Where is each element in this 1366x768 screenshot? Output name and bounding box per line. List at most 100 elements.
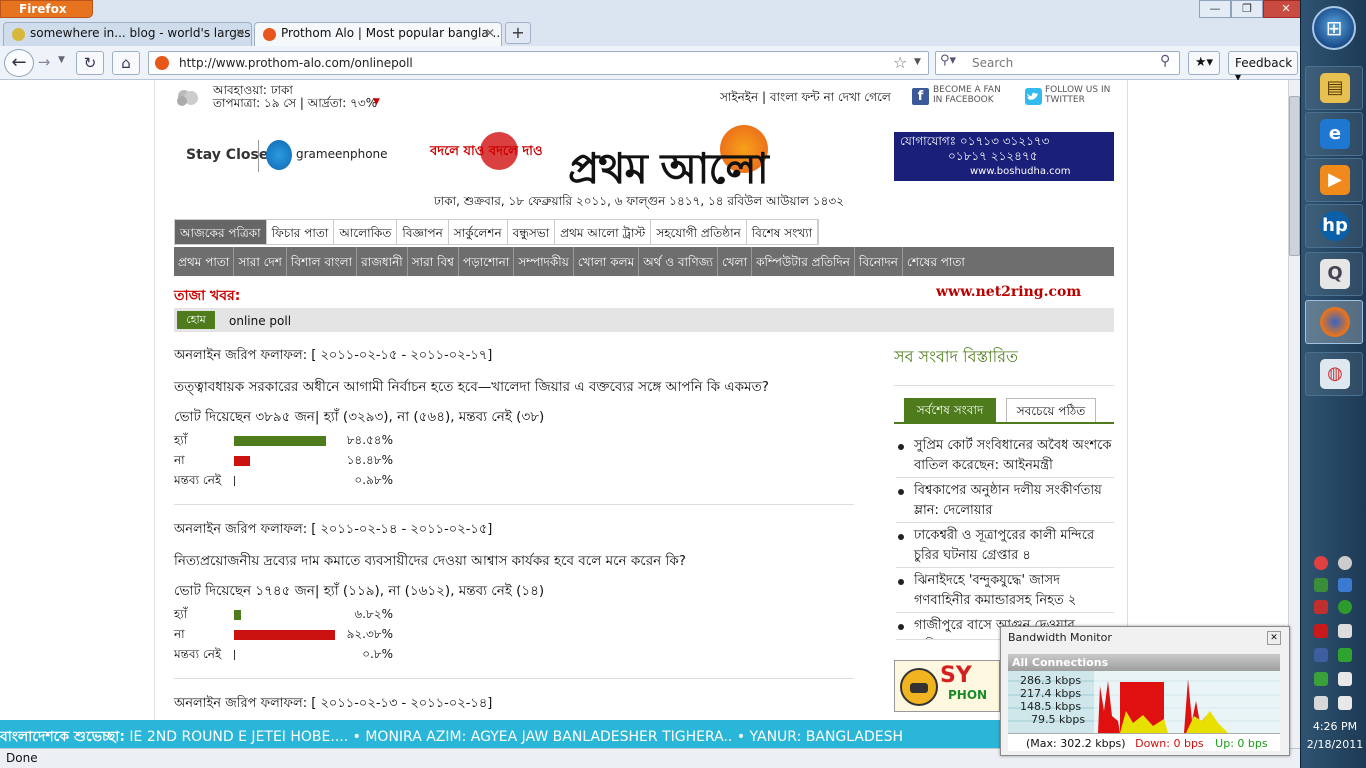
section-link[interactable]: শেষের পাতা — [903, 247, 969, 276]
tray-app-icon[interactable] — [1338, 624, 1352, 638]
feedback-button[interactable]: Feedback ▾ — [1228, 51, 1298, 84]
tray-app-icon[interactable] — [1314, 672, 1328, 686]
poll-result-row: না ১৪.৪৮% — [174, 452, 399, 470]
boshudha-ad-banner[interactable]: যোগাযোগঃ ০১৭১৩ ৩১২১৭৩ ০১৮১৭ ২১২৪৭৫ www.b… — [894, 132, 1114, 181]
close-icon[interactable]: ✕ — [1267, 631, 1281, 645]
all-news-heading[interactable]: সব সংবাদ বিস্তারিত — [894, 344, 1018, 371]
tray-app-icon[interactable] — [1338, 556, 1352, 570]
tray-app-icon[interactable] — [1338, 600, 1352, 614]
tab-prothom-alo[interactable]: Prothom Alo | Most popular bangla ... ✕ — [254, 22, 502, 46]
scrollbar-thumb[interactable] — [1289, 96, 1300, 256]
taskbar-hp[interactable]: hp — [1305, 204, 1363, 248]
minimize-button[interactable]: — — [1199, 0, 1231, 18]
search-input[interactable]: Search — [935, 51, 1180, 75]
section-link[interactable]: সারা বিশ্ব — [408, 247, 459, 276]
tab-latest-news[interactable]: সর্বশেষ সংবাদ — [904, 398, 996, 422]
section-link[interactable]: বিশাল বাংলা — [287, 247, 358, 276]
section-link[interactable]: খেলা — [718, 247, 753, 276]
nav-item[interactable]: ফিচার পাতা — [267, 220, 335, 244]
section-link[interactable]: খোলা কলম — [574, 247, 640, 276]
net2ring-ad[interactable]: www.net2ring.com — [926, 282, 1114, 304]
twitter-icon[interactable] — [1025, 88, 1042, 105]
poll-result-row: হ্যাঁ ৬.৮২% — [174, 606, 399, 624]
taskbar-firefox[interactable] — [1305, 300, 1363, 344]
section-link[interactable]: কম্পিউটার প্রতিদিন — [752, 247, 855, 276]
poll-question: তত্ত্বাবধায়ক সরকারের অধীনে আগামী নির্বা… — [174, 379, 769, 395]
grameenphone-logo-icon[interactable] — [266, 140, 292, 170]
taskbar-paint[interactable]: ◍ — [1305, 352, 1363, 396]
search-engine-icon[interactable]: ⚲▾ — [940, 53, 956, 68]
url-dropdown-icon[interactable]: ▼ — [914, 57, 921, 67]
breadcrumb-home-link[interactable]: হোম — [177, 311, 215, 329]
search-go-icon[interactable]: ⚲ — [1160, 53, 1170, 69]
forward-button[interactable]: → — [33, 53, 55, 73]
nav-item[interactable]: বন্ধুসভা — [508, 220, 556, 244]
nav-item[interactable]: বিশেষ সংখ্যা — [747, 220, 819, 244]
tray-battery-icon[interactable] — [1338, 672, 1352, 686]
tray-app-icon[interactable] — [1314, 600, 1328, 614]
news-item[interactable]: সুপ্রিম কোর্ট সংবিধানের অবৈধ অংশকে বাতিল… — [896, 436, 1114, 478]
tab-close-icon[interactable]: ✕ — [235, 26, 245, 40]
clock-date: 2/18/2011 — [1306, 738, 1364, 751]
news-item[interactable]: ঝিনাইদহে 'বন্দুকযুদ্ধে' জাসদ গণবাহিনীর ক… — [896, 571, 1114, 613]
tray-volume-icon[interactable] — [1338, 696, 1352, 710]
tab-somewhere-in-blog[interactable]: somewhere in... blog - world's larges...… — [3, 22, 252, 46]
nav-item[interactable]: সার্কুলেশন — [449, 220, 508, 244]
bookmarks-button[interactable]: ★▾ — [1188, 51, 1220, 75]
ad-sub-text[interactable]: PHON — [948, 688, 987, 702]
news-item[interactable]: ঢাকেশ্বরী ও সূত্রাপুরের কালী মন্দিরে চুর… — [896, 526, 1114, 568]
tray-network-icon[interactable] — [1314, 556, 1328, 570]
tray-network-monitor-icon[interactable] — [1314, 696, 1328, 710]
tab-most-read[interactable]: সবচেয়ে পঠিত — [1006, 398, 1096, 422]
taskbar-media-player[interactable]: ▶ — [1305, 158, 1363, 202]
section-link[interactable]: পড়াশোনা — [459, 247, 515, 276]
nav-item[interactable]: আলোকিত — [334, 220, 398, 244]
tray-app-icon[interactable] — [1314, 624, 1328, 638]
twitter-link[interactable]: FOLLOW US IN TWITTER — [1045, 85, 1115, 105]
home-button[interactable]: ⌂ — [112, 51, 140, 75]
nav-item[interactable]: সহযোগী প্রতিষ্ঠান — [651, 220, 747, 244]
section-link[interactable]: রাজধানী — [357, 247, 408, 276]
ad-brand-text[interactable]: SY — [940, 663, 972, 688]
tray-app-icon[interactable] — [1314, 648, 1328, 662]
option-percent: ১৪.৪৮% — [346, 453, 393, 467]
restore-button[interactable]: ❐ — [1231, 0, 1263, 18]
news-ticker[interactable]: বাংলাদেশকে শুভেচ্ছা: IE 2ND ROUND E JETE… — [0, 720, 1000, 748]
url-bar[interactable]: http://www.prothom-alo.com/onlinepoll — [148, 51, 929, 75]
ad-line: ০১৮১৭ ২১২৪৭৫ — [948, 149, 1038, 163]
tab-close-icon[interactable]: ✕ — [485, 26, 495, 40]
taskbar-internet-explorer[interactable]: e — [1305, 112, 1363, 156]
section-link[interactable]: প্রথম পাতা — [174, 247, 235, 276]
up-rate: Up: 0 bps — [1215, 737, 1268, 750]
tray-app-icon[interactable] — [1314, 578, 1328, 592]
back-button[interactable]: ← — [4, 49, 34, 77]
nav-item[interactable]: বিজ্ঞাপন — [397, 220, 449, 244]
new-tab-button[interactable]: + — [505, 22, 531, 44]
firefox-menu-button[interactable]: Firefox — [0, 0, 93, 18]
section-link[interactable]: সম্পাদকীয় — [514, 247, 574, 276]
nav-item[interactable]: প্রথম আলো ট্রাস্ট — [555, 220, 652, 244]
history-dropdown-icon[interactable]: ▼ — [58, 55, 65, 65]
taskbar-q-app[interactable]: Q — [1305, 252, 1363, 296]
bookmark-star-icon[interactable]: ☆ — [893, 53, 907, 72]
facebook-icon[interactable]: f — [912, 88, 929, 105]
weather-dropdown-icon[interactable]: ▼ — [373, 97, 380, 107]
result-bar — [234, 650, 235, 660]
tray-app-icon[interactable] — [1338, 578, 1352, 592]
signin-link[interactable]: সাইনইন | বাংলা ফন্ট না দেখা গেলে — [720, 89, 891, 109]
scale-label: 148.5 kbps — [1020, 700, 1082, 713]
section-link[interactable]: সারা দেশ — [234, 247, 287, 276]
sponsor-brand[interactable]: grameenphone — [296, 147, 388, 161]
site-identity-icon[interactable] — [155, 56, 169, 70]
reload-button[interactable]: ↻ — [76, 51, 104, 75]
start-button[interactable]: ⊞ — [1312, 6, 1356, 50]
windows-logo-icon: ⊞ — [1325, 16, 1343, 40]
nav-item[interactable]: আজকের পত্রিকা — [175, 220, 267, 244]
taskbar-explorer[interactable]: ▤ — [1305, 66, 1363, 110]
section-link[interactable]: বিনোদন — [855, 247, 903, 276]
taskbar-clock[interactable]: 4:26 PM 2/18/2011 — [1306, 718, 1364, 754]
tray-app-icon[interactable] — [1338, 648, 1352, 662]
section-link[interactable]: অর্থ ও বাণিজ্য — [639, 247, 718, 276]
news-item[interactable]: বিশ্বকাপের অনুষ্ঠান দলীয় সংকীর্ণতায় ম্… — [896, 481, 1114, 523]
facebook-link[interactable]: BECOME A FAN IN FACEBOOK — [933, 85, 1013, 105]
